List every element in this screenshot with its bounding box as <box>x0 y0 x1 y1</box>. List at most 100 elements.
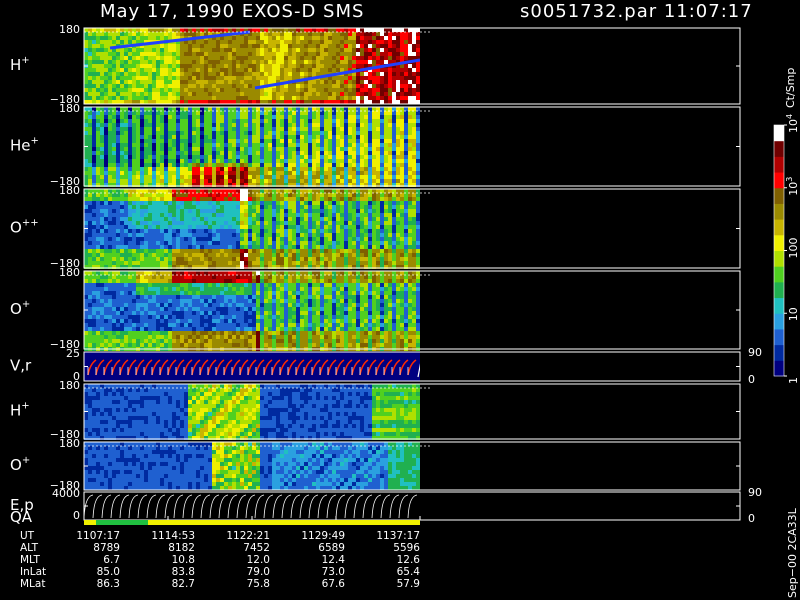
heatmap-cell <box>236 60 240 64</box>
heatmap-cell <box>208 111 212 115</box>
heatmap-cell <box>132 123 136 127</box>
heatmap-cell <box>256 147 260 151</box>
heatmap-cell <box>400 123 404 127</box>
heatmap-cell <box>388 111 392 115</box>
heatmap-cell <box>356 88 360 92</box>
heatmap-cell <box>320 237 324 241</box>
heatmap-cell <box>276 76 280 80</box>
heatmap-cell <box>408 201 412 205</box>
heatmap-cell <box>160 96 164 100</box>
heatmap-cell <box>380 221 384 225</box>
heatmap-cell <box>268 131 272 135</box>
heatmap-cell <box>284 64 288 68</box>
heatmap-cell <box>208 159 212 163</box>
heatmap-cell <box>372 237 376 241</box>
heatmap-cell <box>168 201 172 205</box>
heatmap-cell <box>120 237 124 241</box>
heatmap-cell <box>384 201 388 205</box>
heatmap-cell <box>244 139 248 143</box>
heatmap-cell <box>292 163 296 167</box>
heatmap-cell <box>180 52 184 56</box>
heatmap-cell <box>192 217 196 221</box>
heatmap-cell <box>184 229 188 233</box>
heatmap-cell <box>360 44 364 48</box>
heatmap-cell <box>292 36 296 40</box>
heatmap-cell <box>396 261 400 265</box>
heatmap-cell <box>96 225 100 229</box>
heatmap-cell <box>156 60 160 64</box>
heatmap-cell <box>336 48 340 52</box>
heatmap-cell <box>328 119 332 123</box>
heatmap-cell <box>184 76 188 80</box>
heatmap-cell <box>132 159 136 163</box>
heatmap-cell <box>100 237 104 241</box>
heatmap-cell <box>360 135 364 139</box>
heatmap-cell <box>112 115 116 119</box>
heatmap-cell <box>112 201 116 205</box>
heatmap-cell <box>212 241 216 245</box>
heatmap-cell <box>156 119 160 123</box>
heatmap-cell <box>364 100 368 104</box>
heatmap-cell <box>120 233 124 237</box>
heatmap-cell <box>380 253 384 257</box>
heatmap-cell <box>284 135 288 139</box>
heatmap-cell <box>304 189 308 193</box>
heatmap-cell <box>92 52 96 56</box>
heatmap-cell <box>120 80 124 84</box>
heatmap-cell <box>88 311 92 315</box>
heatmap-cell <box>248 68 252 72</box>
heatmap-cell <box>252 119 256 123</box>
heatmap-cell <box>204 221 208 225</box>
heatmap-cell <box>204 52 208 56</box>
heatmap-cell <box>104 143 108 147</box>
heatmap-cell <box>156 159 160 163</box>
heatmap-cell <box>84 257 88 261</box>
heatmap-cell <box>132 60 136 64</box>
heatmap-cell <box>160 84 164 88</box>
heatmap-cell <box>180 76 184 80</box>
heatmap-cell <box>400 52 404 56</box>
heatmap-cell <box>416 193 420 197</box>
heatmap-cell <box>268 115 272 119</box>
heatmap-cell <box>84 323 88 327</box>
heatmap-cell <box>144 175 148 179</box>
heatmap-cell <box>388 143 392 147</box>
heatmap-cell <box>276 151 280 155</box>
heatmap-cell <box>408 237 412 241</box>
heatmap-cell <box>308 28 312 32</box>
heatmap-cell <box>404 213 408 217</box>
heatmap-cell <box>356 249 360 253</box>
heatmap-cell <box>160 159 164 163</box>
heatmap-cell <box>120 261 124 265</box>
heatmap-cell <box>404 233 408 237</box>
heatmap-cell <box>192 52 196 56</box>
heatmap-cell <box>364 175 368 179</box>
heatmap-cell <box>312 139 316 143</box>
heatmap-cell <box>404 107 408 111</box>
heatmap-cell <box>412 143 416 147</box>
heatmap-cell <box>356 225 360 229</box>
heatmap-cell <box>372 76 376 80</box>
heatmap-cell <box>176 155 180 159</box>
heatmap-cell <box>104 167 108 171</box>
heatmap-cell <box>284 92 288 96</box>
heatmap-cell <box>128 189 132 193</box>
heatmap-cell <box>132 28 136 32</box>
heatmap-cell <box>268 217 272 221</box>
heatmap-cell <box>204 159 208 163</box>
heatmap-cell <box>372 111 376 115</box>
heatmap-cell <box>336 205 340 209</box>
heatmap-cell <box>236 225 240 229</box>
heatmap-cell <box>120 189 124 193</box>
heatmap-cell <box>396 32 400 36</box>
heatmap-cell <box>164 100 168 104</box>
heatmap-cell <box>276 127 280 131</box>
heatmap-cell <box>252 257 256 261</box>
heatmap-cell <box>264 48 268 52</box>
heatmap-cell <box>388 96 392 100</box>
heatmap-cell <box>88 343 92 347</box>
heatmap-cell <box>212 193 216 197</box>
heatmap-cell <box>372 143 376 147</box>
heatmap-cell <box>340 76 344 80</box>
heatmap-cell <box>284 143 288 147</box>
